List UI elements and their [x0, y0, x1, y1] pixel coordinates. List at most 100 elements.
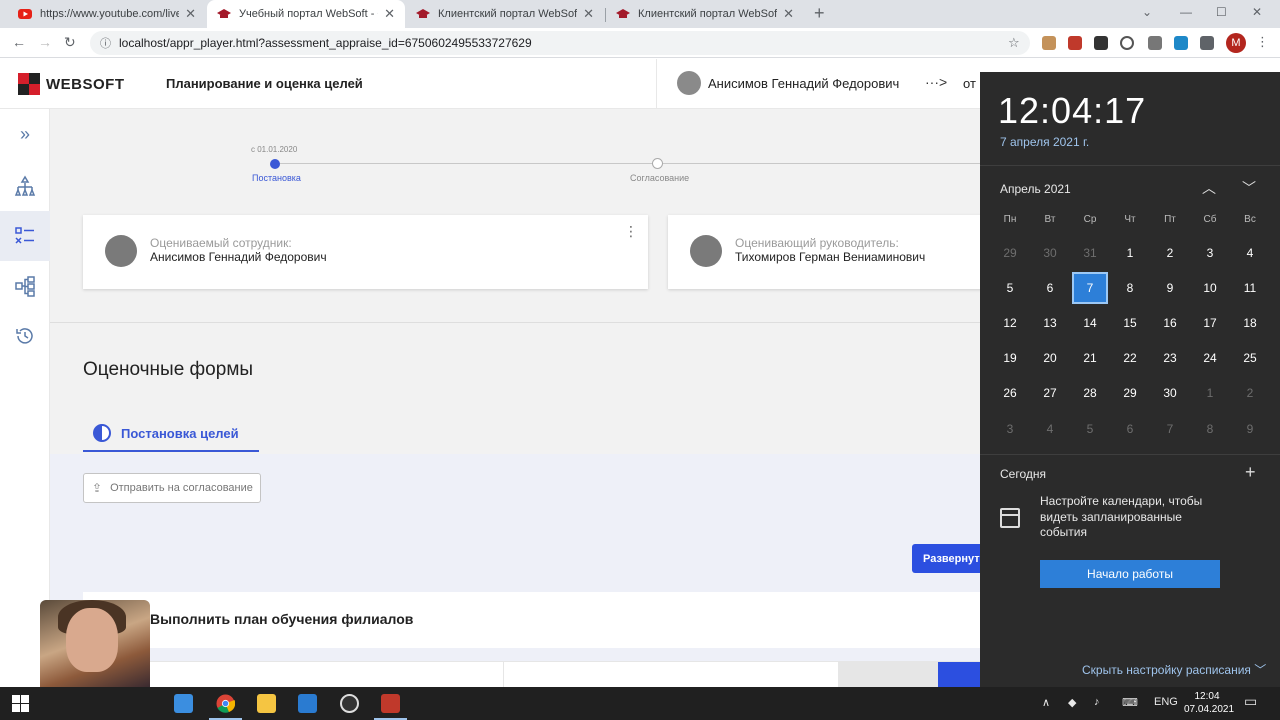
maximize-button[interactable]: ☐	[1216, 5, 1227, 19]
calendar-day[interactable]: 14	[1072, 307, 1108, 339]
pocket-icon[interactable]	[1120, 36, 1134, 50]
calendar-day[interactable]: 5	[1072, 413, 1108, 445]
calendar-day[interactable]: 6	[1112, 413, 1148, 445]
calendar-day[interactable]: 4	[1032, 413, 1068, 445]
calendar-day[interactable]: 21	[1072, 342, 1108, 374]
close-tab-icon[interactable]: ✕	[384, 6, 395, 22]
calendar-day[interactable]: 26	[992, 377, 1028, 409]
chevron-up-icon[interactable]: ︿	[1202, 178, 1216, 198]
taskbar-clock[interactable]: 12:04 07.04.2021	[1184, 690, 1234, 716]
calendar-day[interactable]: 28	[1072, 377, 1108, 409]
calendar-day[interactable]: 19	[992, 342, 1028, 374]
more-options-icon[interactable]: ⋮	[624, 223, 638, 240]
address-bar[interactable]: ⓘ localhost/appr_player.html?assessment_…	[90, 31, 1030, 55]
month-label[interactable]: Апрель 2021	[1000, 182, 1071, 196]
tab-goal-setting[interactable]: Постановка целей	[83, 416, 259, 452]
calendar-day[interactable]: 9	[1232, 413, 1268, 445]
tray-chevron-up-icon[interactable]: ∧	[1042, 696, 1050, 709]
profile-avatar[interactable]: M	[1226, 33, 1246, 53]
send-for-approval-button[interactable]: ⇪ Отправить на согласование	[83, 473, 261, 503]
browser-tab-youtube[interactable]: https://www.youtube.com/live_c ✕	[8, 0, 206, 28]
timeline-step-active[interactable]	[270, 159, 280, 169]
add-event-icon[interactable]: +	[1245, 462, 1256, 483]
close-tab-icon[interactable]: ✕	[583, 6, 594, 22]
calendar-day[interactable]: 25	[1232, 342, 1268, 374]
calendar-day[interactable]: 3	[992, 413, 1028, 445]
chrome-icon[interactable]	[216, 694, 235, 713]
browser-tab-client-portal-2[interactable]: Клиентский портал WebSoft ✕	[606, 0, 804, 28]
windows-start-icon[interactable]	[11, 694, 30, 713]
calendar-day[interactable]: 22	[1112, 342, 1148, 374]
calendar-day[interactable]: 20	[1032, 342, 1068, 374]
keyboard-icon[interactable]: ⌨	[1122, 696, 1138, 709]
calendar-day[interactable]: 30	[1032, 237, 1068, 269]
calendar-day[interactable]: 2	[1232, 377, 1268, 409]
taskbar-app-icon[interactable]	[298, 694, 317, 713]
volume-icon[interactable]: ♪	[1094, 696, 1100, 708]
calendar-day[interactable]: 10	[1192, 272, 1228, 304]
calendar-day[interactable]: 15	[1112, 307, 1148, 339]
calendar-day[interactable]: 9	[1152, 272, 1188, 304]
calendar-day[interactable]: 27	[1032, 377, 1068, 409]
calendar-day-today[interactable]: 7	[1072, 272, 1108, 304]
extension-icon[interactable]	[1068, 36, 1082, 50]
sidebar-item-structure[interactable]	[0, 161, 50, 211]
calendar-day[interactable]: 29	[992, 237, 1028, 269]
tab-search-icon[interactable]: ⌄	[1142, 5, 1152, 19]
websoft-taskbar-icon[interactable]	[381, 694, 400, 713]
expand-button[interactable]: Развернуть	[912, 544, 980, 573]
calendar-day[interactable]: 8	[1192, 413, 1228, 445]
new-tab-button[interactable]: +	[814, 3, 825, 24]
obs-icon[interactable]	[340, 694, 359, 713]
minimize-button[interactable]: —	[1180, 5, 1192, 19]
file-explorer-icon[interactable]	[257, 694, 276, 713]
calendar-day[interactable]: 3	[1192, 237, 1228, 269]
user-avatar[interactable]	[677, 71, 701, 95]
calendar-day[interactable]: 2	[1152, 237, 1188, 269]
notifications-icon[interactable]: ▭	[1244, 693, 1257, 710]
sidebar-item-hierarchy[interactable]	[0, 261, 50, 311]
calendar-day[interactable]: 31	[1072, 237, 1108, 269]
forward-arrow-icon[interactable]: →	[38, 34, 52, 50]
expand-sidebar-button[interactable]: »	[0, 109, 50, 159]
extension-icon[interactable]	[1094, 36, 1108, 50]
browser-menu-icon[interactable]: ⋮	[1256, 34, 1269, 50]
timeline-step-pending[interactable]	[652, 158, 663, 169]
calendar-day[interactable]: 1	[1192, 377, 1228, 409]
dropbox-icon[interactable]: ◆	[1068, 696, 1076, 709]
extension-icon[interactable]	[1042, 36, 1056, 50]
close-tab-icon[interactable]: ✕	[783, 6, 794, 22]
cell-blue[interactable]	[938, 662, 980, 687]
chevron-down-icon[interactable]: ﹀	[1242, 178, 1256, 198]
calendar-day[interactable]: 6	[1032, 272, 1068, 304]
close-window-button[interactable]: ✕	[1252, 5, 1262, 19]
calendar-day[interactable]: 24	[1192, 342, 1228, 374]
sidebar-item-history[interactable]	[0, 311, 50, 361]
sidebar-item-goals[interactable]	[0, 211, 50, 261]
browser-tab-learning-portal[interactable]: Учебный портал WebSoft - Оце ✕	[207, 0, 405, 28]
calendar-day[interactable]: 1	[1112, 237, 1148, 269]
calendar-day[interactable]: 11	[1232, 272, 1268, 304]
calendar-day[interactable]: 18	[1232, 307, 1268, 339]
back-arrow-icon[interactable]: ←	[12, 34, 26, 50]
calendar-day[interactable]: 5	[992, 272, 1028, 304]
hide-schedule-link[interactable]: Скрыть настройку расписания ﹀	[1082, 661, 1266, 678]
puzzle-icon[interactable]	[1200, 36, 1214, 50]
calendar-day[interactable]: 8	[1112, 272, 1148, 304]
browser-tab-client-portal-1[interactable]: Клиентский портал WebSoft ✕	[406, 0, 604, 28]
close-tab-icon[interactable]: ✕	[185, 6, 196, 22]
calendar-day[interactable]: 30	[1152, 377, 1188, 409]
calendar-day[interactable]: 29	[1112, 377, 1148, 409]
calendar-day[interactable]: 12	[992, 307, 1028, 339]
websoft-logo[interactable]: WEBSOFT	[18, 73, 125, 95]
taskbar-app-icon[interactable]	[174, 694, 193, 713]
info-icon[interactable]: ⓘ	[100, 35, 111, 51]
calendar-day[interactable]: 7	[1152, 413, 1188, 445]
reload-icon[interactable]: ↻	[64, 34, 76, 51]
clock-date-link[interactable]: 7 апреля 2021 г.	[1000, 135, 1089, 149]
calendar-day[interactable]: 16	[1152, 307, 1188, 339]
calendar-day[interactable]: 23	[1152, 342, 1188, 374]
get-started-button[interactable]: Начало работы	[1040, 560, 1220, 588]
calendar-day[interactable]: 17	[1192, 307, 1228, 339]
extension-icon[interactable]	[1174, 36, 1188, 50]
